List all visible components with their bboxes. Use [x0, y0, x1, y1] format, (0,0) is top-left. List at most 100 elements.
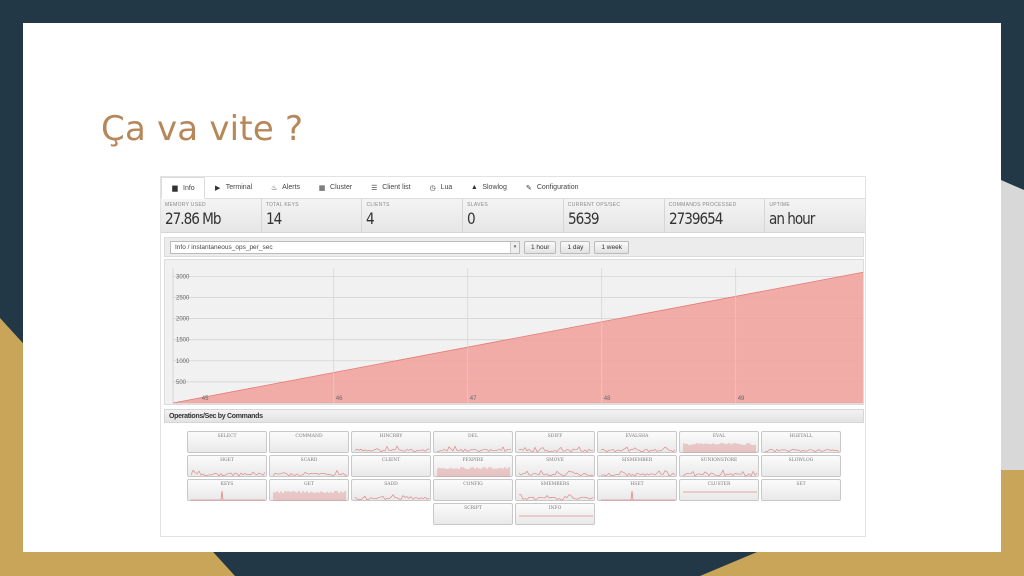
stat-label: Commands processed	[668, 202, 737, 208]
stat-card: Current ops/sec 5639	[564, 199, 665, 232]
op-label: SCRIPT	[464, 506, 482, 511]
op-label: EVAL	[712, 434, 726, 439]
tab-client-list[interactable]: ☰ Client list	[361, 177, 419, 198]
op-tile-config[interactable]: CONFIG	[433, 479, 513, 501]
op-tile-slowlog[interactable]: SLOWLOG	[761, 455, 841, 477]
op-label: SDIFF	[547, 434, 563, 439]
op-tile-del[interactable]: DEL	[433, 431, 513, 453]
op-sparkline	[355, 445, 429, 453]
chart-toolbar: Info / instantaneous_ops_per_sec ▾ 1 hou…	[164, 237, 864, 257]
op-label: KEYS	[220, 482, 234, 487]
range-button-1-hour[interactable]: 1 hour	[524, 240, 557, 254]
op-tile-hset[interactable]: HSET	[597, 479, 677, 501]
op-tile-info[interactable]: INFO	[515, 503, 595, 525]
tab-lua[interactable]: ◷ Lua	[420, 177, 462, 198]
range-button-1-week[interactable]: 1 week	[594, 240, 629, 254]
op-label: GET	[304, 482, 314, 487]
op-tile-script[interactable]: SCRIPT	[433, 503, 513, 525]
slide: Ça va vite ? ▆ Info ▶ Terminal ♨ Alerts ▦ Clust…	[23, 23, 1001, 552]
op-label: HINCRBY	[379, 434, 403, 439]
op-tile-sismember[interactable]: SISMEMBER	[597, 455, 677, 477]
play-icon: ▶	[214, 184, 221, 192]
stat-label: Slaves	[467, 202, 489, 208]
op-sparkline	[191, 490, 265, 501]
op-label: SLOWLOG	[788, 458, 814, 463]
op-tile-sunionstore[interactable]: SUNIONSTORE	[679, 455, 759, 477]
stat-value: 0	[467, 209, 476, 228]
op-tile-hincrby[interactable]: HINCRBY	[351, 431, 431, 453]
redis-dashboard: ▆ Info ▶ Terminal ♨ Alerts ▦ Cluster ☰ Client lis…	[160, 176, 866, 537]
tab-alerts[interactable]: ♨ Alerts	[261, 177, 309, 198]
op-sparkline	[437, 513, 511, 525]
op-tile-evalsha[interactable]: EVALSHA	[597, 431, 677, 453]
x-tick-label: 47	[470, 396, 477, 402]
stat-label: Memory used	[165, 202, 206, 208]
range-button-1-day[interactable]: 1 day	[560, 240, 591, 254]
metric-select[interactable]: Info / instantaneous_ops_per_sec ▾	[170, 240, 520, 254]
op-sparkline	[683, 469, 757, 477]
tab-slowlog[interactable]: ▲ Slowlog	[461, 177, 516, 198]
range-buttons: 1 hour 1 day 1 week	[524, 240, 629, 254]
op-label: HGET	[220, 458, 234, 463]
clock-icon: ◷	[429, 184, 436, 192]
op-label: HGETALL	[789, 434, 813, 439]
ops-by-command-grid: SELECT COMMAND HINCRBY DEL SDIFF EVALSHA EVAL H…	[187, 431, 847, 525]
x-tick-label: 48	[604, 396, 611, 402]
op-sparkline	[765, 465, 839, 477]
op-sparkline	[519, 446, 593, 453]
op-tile-hgetall[interactable]: HGETALL	[761, 431, 841, 453]
op-tile-set[interactable]: SET	[761, 479, 841, 501]
stat-value: 14	[265, 209, 282, 228]
ops-chart: 500 1000 1500 2000 2500 3000 45 46 47 48 49	[164, 259, 864, 405]
cluster-icon: ▦	[318, 184, 326, 192]
op-tile-cluster[interactable]: CLUSTER	[679, 479, 759, 501]
road-icon: ▲	[470, 184, 478, 191]
tab-label: Client list	[382, 184, 411, 191]
op-tile-hget[interactable]: HGET	[187, 455, 267, 477]
stat-value: 2739654	[668, 209, 723, 228]
op-sparkline	[355, 465, 429, 477]
op-sparkline	[191, 469, 265, 477]
op-label: SELECT	[217, 434, 237, 439]
op-tile-sadd[interactable]: SADD	[351, 479, 431, 501]
op-tile-pexpire[interactable]: PEXPIRE	[433, 455, 513, 477]
op-tile-smembers[interactable]: SMEMBERS	[515, 479, 595, 501]
y-tick-label: 3000	[176, 274, 190, 280]
y-tick-label: 1000	[176, 359, 190, 365]
op-sparkline	[519, 515, 593, 517]
op-tile-smove[interactable]: SMOVE	[515, 455, 595, 477]
y-tick-label: 2500	[176, 296, 190, 302]
op-tile-keys[interactable]: KEYS	[187, 479, 267, 501]
op-sparkline	[191, 441, 265, 453]
tab-label: Info	[183, 184, 195, 192]
wrench-icon: ✎	[525, 184, 532, 192]
op-sparkline	[273, 491, 346, 501]
op-tile-scard[interactable]: SCARD	[269, 455, 349, 477]
stat-card: Slaves 0	[463, 199, 564, 232]
tab-configuration[interactable]: ✎ Configuration	[516, 177, 588, 198]
op-label: SET	[796, 482, 806, 487]
op-sparkline	[683, 491, 757, 493]
op-tile-command[interactable]: COMMAND	[269, 431, 349, 453]
tab-cluster[interactable]: ▦ Cluster	[309, 177, 361, 198]
tab-terminal[interactable]: ▶ Terminal	[205, 177, 261, 198]
ops-by-command-header: Operations/Sec by Commands	[164, 409, 864, 423]
op-sparkline	[355, 494, 429, 501]
tab-label: Configuration	[536, 184, 579, 191]
chevron-down-icon[interactable]: ▾	[510, 241, 519, 253]
op-label: DEL	[468, 434, 478, 439]
stat-value: 4	[366, 209, 375, 228]
op-label: COMMAND	[295, 434, 323, 439]
tab-info[interactable]: ▆ Info	[161, 177, 205, 199]
metric-select-value: Info / instantaneous_ops_per_sec	[175, 243, 273, 251]
op-tile-sdiff[interactable]: SDIFF	[515, 431, 595, 453]
op-tile-select[interactable]: SELECT	[187, 431, 267, 453]
op-sparkline	[437, 489, 511, 501]
op-tile-client[interactable]: CLIENT	[351, 455, 431, 477]
stat-card: Total keys 14	[262, 199, 363, 232]
op-tile-eval[interactable]: EVAL	[679, 431, 759, 453]
stat-card: Uptime an hour	[765, 199, 865, 232]
op-sparkline	[437, 445, 511, 453]
op-tile-get[interactable]: GET	[269, 479, 349, 501]
op-sparkline	[437, 467, 510, 477]
